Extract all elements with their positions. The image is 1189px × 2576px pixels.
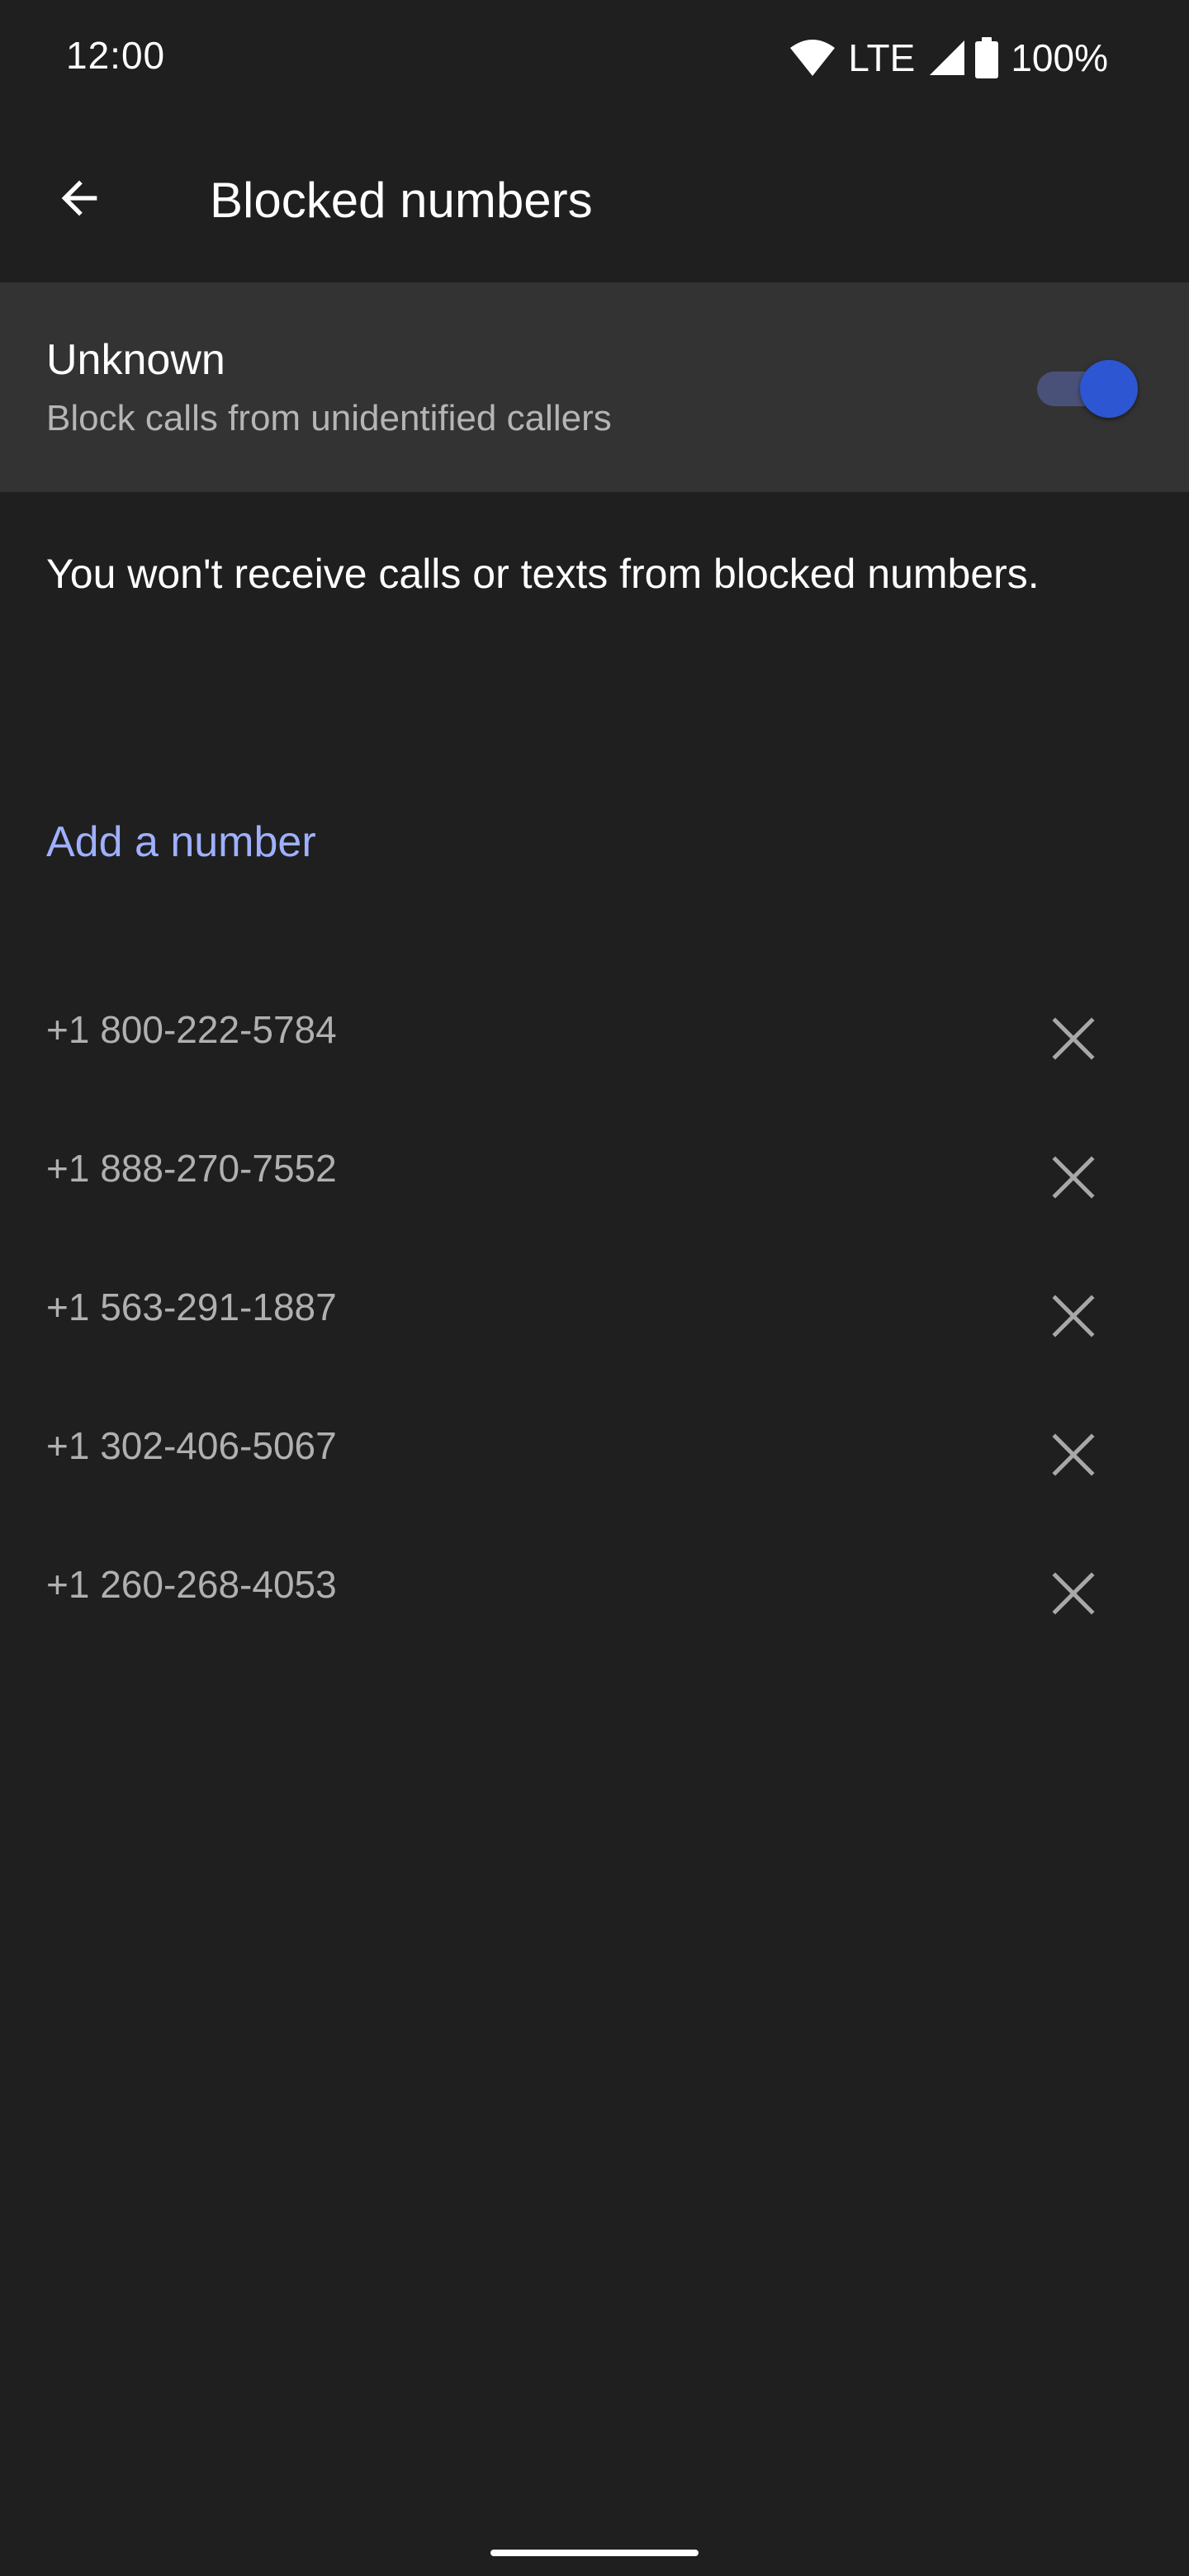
battery-icon [974,37,999,78]
blocked-info-text: You won't receive calls or texts from bl… [46,551,1040,597]
remove-number-button[interactable] [1037,1418,1110,1491]
add-number-button[interactable]: Add a number [46,817,316,867]
back-button[interactable] [36,155,122,241]
close-icon [1052,1572,1095,1615]
blocked-number-row: +1 800-222-5784 [0,991,1189,1129]
close-icon [1052,1433,1095,1476]
remove-number-button[interactable] [1037,1280,1110,1352]
unknown-callers-toggle[interactable] [1034,357,1138,419]
remove-number-button[interactable] [1037,1557,1110,1630]
blocked-numbers-screen: 12:00 LTE 100% Blocked numbers Unknown B… [0,0,1189,2576]
wifi-icon [789,38,836,78]
blocked-number: +1 563-291-1887 [46,1286,337,1328]
app-bar: Blocked numbers [0,116,1189,281]
blocked-number: +1 260-268-4053 [46,1563,337,1606]
blocked-numbers-list: +1 800-222-5784 +1 888-270-7552 +1 563-2… [0,991,1189,1684]
blocked-number-row: +1 888-270-7552 [0,1129,1189,1268]
blocked-number-row: +1 260-268-4053 [0,1546,1189,1684]
page-title: Blocked numbers [210,173,593,228]
unknown-callers-setting[interactable]: Unknown Block calls from unidentified ca… [0,282,1189,492]
close-icon [1052,1156,1095,1199]
remove-number-button[interactable] [1037,1002,1110,1075]
blocked-number-row: +1 563-291-1887 [0,1268,1189,1407]
status-icons: LTE 100% [789,31,1108,84]
toggle-thumb [1080,360,1138,418]
status-bar: 12:00 LTE 100% [0,0,1189,116]
network-type: LTE [848,36,916,79]
blocked-number: +1 302-406-5067 [46,1424,337,1467]
cell-signal-icon [928,39,966,77]
unknown-setting-subtitle: Block calls from unidentified callers [46,398,612,438]
blocked-number: +1 888-270-7552 [46,1147,337,1190]
unknown-setting-title: Unknown [46,336,225,384]
blocked-number: +1 800-222-5784 [46,1008,337,1051]
blocked-number-row: +1 302-406-5067 [0,1407,1189,1546]
status-time: 12:00 [66,34,166,77]
arrow-back-icon [53,172,106,225]
gesture-navigation-bar[interactable] [490,2550,699,2556]
remove-number-button[interactable] [1037,1141,1110,1214]
close-icon [1052,1017,1095,1060]
close-icon [1052,1295,1095,1338]
battery-percent: 100% [1011,36,1108,79]
